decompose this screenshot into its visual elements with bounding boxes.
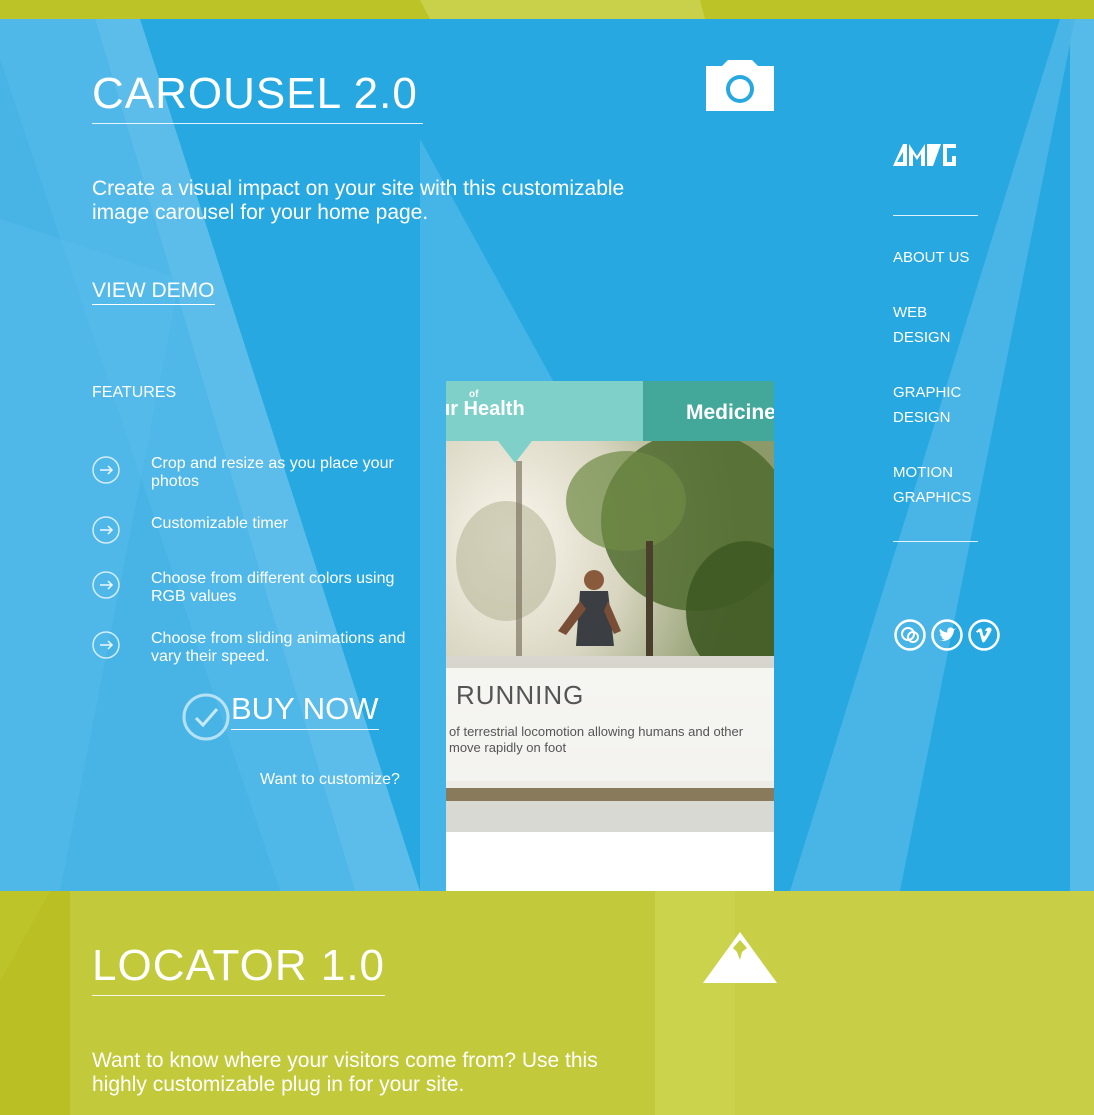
locator-description: Want to know where your visitors come fr… <box>92 1049 598 1096</box>
feature-text: Crop and resize as you place your photos <box>151 455 394 490</box>
mountain-icon <box>703 932 777 983</box>
arrow-circle-icon <box>92 456 120 484</box>
chat-icon[interactable] <box>894 619 926 651</box>
nav-divider-top <box>893 215 978 216</box>
checkmark-circle-icon <box>182 693 230 741</box>
carousel-title-underline <box>92 123 423 124</box>
arrow-circle-icon <box>92 571 120 599</box>
nav-divider-bottom <box>893 541 978 542</box>
camera-icon <box>706 60 774 111</box>
nav-label: GRAPHIC <box>893 384 962 401</box>
top-strip-shapes <box>420 0 705 19</box>
preview-tab-label: ur Health <box>446 398 525 420</box>
nav-label: ABOUT US <box>893 249 970 266</box>
nav-about-us[interactable]: ABOUT US <box>893 245 1003 270</box>
vimeo-icon[interactable] <box>968 619 1000 651</box>
carousel-title: CAROUSEL 2.0 <box>92 69 418 118</box>
nav-web-design[interactable]: WEB DESIGN <box>893 300 1003 350</box>
locator-title: LOCATOR 1.0 <box>92 941 386 990</box>
buy-now-label[interactable]: BUY NOW <box>231 691 379 730</box>
carousel-preview: of ur Health Medicine RUNNING of terrest… <box>446 381 774 891</box>
nav-label: MOTION <box>893 464 953 481</box>
preview-tab-pointer <box>498 441 532 463</box>
locator-title-underline <box>92 995 385 996</box>
feature-item: Crop and resize as you place your photos <box>92 455 432 496</box>
preview-caption: RUNNING of terrestrial locomotion allowi… <box>446 668 774 788</box>
top-strip <box>0 0 1094 19</box>
preview-tab-medicine[interactable]: Medicine <box>643 381 774 441</box>
arrow-circle-icon <box>92 516 120 544</box>
amg-logo[interactable] <box>893 144 957 166</box>
nav-label: DESIGN <box>893 409 951 426</box>
feature-item: Choose from sliding animations and vary … <box>92 630 432 671</box>
feature-text: Choose from sliding animations and vary … <box>151 630 406 665</box>
caption-text: of terrestrial locomotion allowing human… <box>449 724 744 755</box>
view-demo-link[interactable]: VIEW DEMO <box>92 279 215 305</box>
carousel-section: CAROUSEL 2.0 Create a visual impact on y… <box>0 19 1094 891</box>
feature-text: Choose from different colors using RGB v… <box>151 570 395 605</box>
nav-label: WEB <box>893 304 928 321</box>
nav-label: DESIGN <box>893 329 951 346</box>
customize-link[interactable]: Want to customize? <box>260 771 400 789</box>
preview-tab-health[interactable]: of ur Health <box>446 381 643 441</box>
nav-graphic-design[interactable]: GRAPHIC DESIGN <box>893 380 1003 430</box>
feature-item: Choose from different colors using RGB v… <box>92 570 432 611</box>
carousel-description: Create a visual impact on your site with… <box>92 177 625 224</box>
features-heading: FEATURES <box>92 384 177 401</box>
twitter-icon[interactable] <box>931 619 963 651</box>
nav-motion-graphics[interactable]: MOTION GRAPHICS <box>893 460 1003 510</box>
buy-now-button[interactable]: BUY NOW <box>181 689 381 745</box>
nav-label: GRAPHICS <box>893 489 972 506</box>
feature-item: Customizable timer <box>92 515 432 546</box>
preview-tab-label: Medicine <box>686 401 774 424</box>
arrow-circle-icon <box>92 631 120 659</box>
feature-text: Customizable timer <box>151 515 288 532</box>
caption-title: RUNNING <box>456 680 585 710</box>
locator-section: LOCATOR 1.0 Want to know where your visi… <box>0 891 1094 1115</box>
